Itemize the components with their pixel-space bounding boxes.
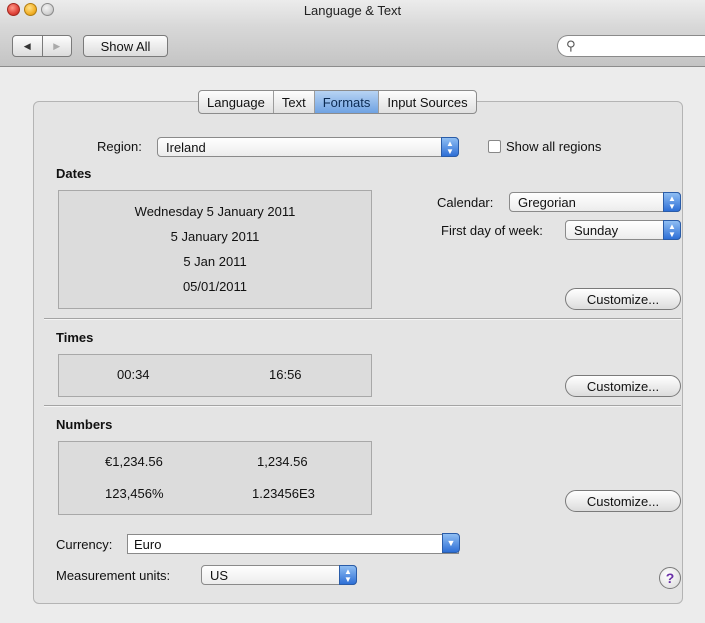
dates-preview: Wednesday 5 January 2011 5 January 2011 … [58, 190, 372, 309]
number-currency: €1,234.56 [105, 454, 163, 469]
region-popup[interactable]: Ireland ▲ ▼ [157, 137, 459, 157]
search-field[interactable]: ⚲ [557, 35, 705, 57]
measurement-popup[interactable]: US ▲ ▼ [201, 565, 357, 585]
number-decimal: 1,234.56 [257, 454, 308, 469]
popup-arrows-icon: ▲ ▼ [339, 565, 357, 585]
chevron-down-icon: ▼ [442, 533, 460, 553]
window-titlebar: Language & Text ◀ ▶ Show All ⚲ [0, 0, 705, 67]
search-icon: ⚲ [566, 38, 576, 53]
dates-customize-button[interactable]: Customize... [565, 288, 681, 310]
currency-value: Euro [134, 537, 162, 552]
popup-arrows-icon: ▲ ▼ [663, 220, 681, 240]
date-full: Wednesday 5 January 2011 [134, 204, 296, 219]
popup-arrows-icon: ▲ ▼ [441, 137, 459, 157]
nav-segmented-control: ◀ ▶ [12, 35, 72, 57]
show-all-button[interactable]: Show All [83, 35, 168, 57]
calendar-value: Gregorian [518, 195, 576, 210]
window-title: Language & Text [303, 3, 402, 18]
number-scientific: 1.23456E3 [252, 486, 315, 501]
region-label: Region: [97, 139, 142, 154]
currency-label: Currency: [56, 537, 113, 552]
region-value: Ireland [166, 140, 206, 155]
tab-formats[interactable]: Formats [314, 91, 380, 113]
back-icon[interactable]: ◀ [13, 36, 42, 56]
measurement-label: Measurement units: [56, 568, 171, 583]
help-button[interactable]: ? [659, 567, 681, 589]
show-all-regions-label: Show all regions [506, 139, 602, 154]
date-short: 05/01/2011 [182, 279, 248, 294]
times-customize-button[interactable]: Customize... [565, 375, 681, 397]
number-percent: 123,456% [105, 486, 164, 501]
formats-panel [33, 101, 683, 604]
measurement-value: US [210, 568, 229, 583]
show-all-regions-checkbox[interactable] [488, 140, 501, 153]
separator [44, 405, 681, 407]
currency-combobox[interactable]: Euro ▼ [127, 533, 460, 554]
calendar-label: Calendar: [437, 195, 494, 210]
tab-text[interactable]: Text [274, 91, 315, 113]
numbers-customize-button[interactable]: Customize... [565, 490, 681, 512]
tab-input-sources[interactable]: Input Sources [379, 91, 475, 113]
tab-language[interactable]: Language [199, 91, 274, 113]
first-day-label: First day of week: [441, 223, 543, 238]
first-day-popup[interactable]: Sunday ▲ ▼ [565, 220, 681, 240]
first-day-value: Sunday [574, 223, 619, 238]
forward-icon[interactable]: ▶ [41, 36, 72, 56]
date-long: 5 January 2011 [170, 229, 260, 244]
numbers-preview: €1,234.56 1,234.56 123,456% 1.23456E3 [58, 441, 372, 515]
times-preview: 00:34 16:56 [58, 354, 372, 397]
tab-bar: Language Text Formats Input Sources [198, 90, 477, 114]
time-24h: 16:56 [269, 367, 302, 382]
times-heading: Times [56, 330, 94, 345]
date-medium: 5 Jan 2011 [183, 254, 247, 269]
popup-arrows-icon: ▲ ▼ [663, 192, 681, 212]
currency-dropdown[interactable]: ▼ [441, 533, 460, 554]
numbers-heading: Numbers [56, 417, 113, 432]
dates-heading: Dates [56, 166, 92, 181]
time-short: 00:34 [117, 367, 150, 382]
separator [44, 318, 681, 320]
calendar-popup[interactable]: Gregorian ▲ ▼ [509, 192, 681, 212]
